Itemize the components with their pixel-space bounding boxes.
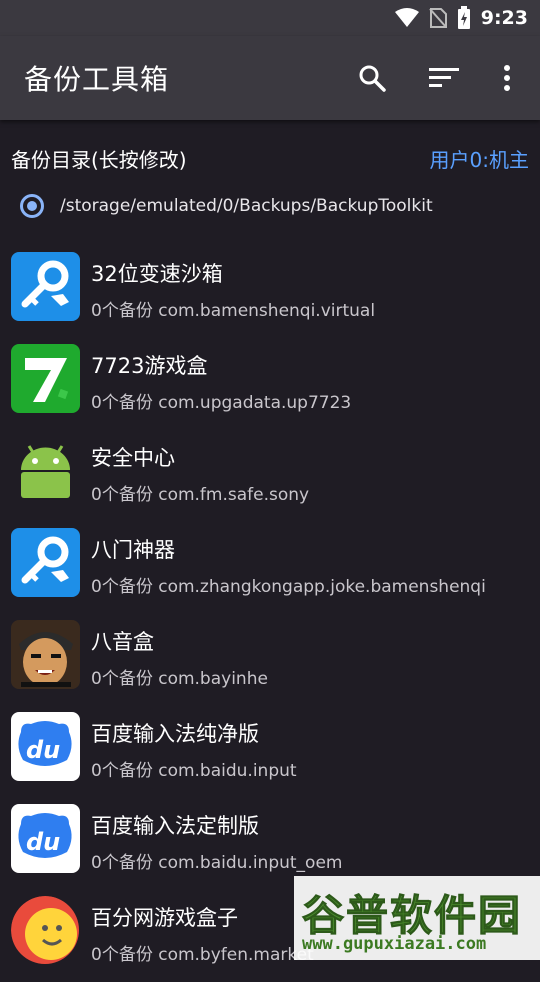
app-backup-info: 0个备份 com.byfen.market: [91, 945, 314, 965]
site-watermark: 谷普软件园 www.gupuxiazai.com: [294, 876, 540, 960]
app-name: 八音盒: [91, 630, 154, 654]
baidu-du-icon: du: [11, 712, 80, 781]
list-item[interactable]: du 百度输入法纯净版 0个备份 com.baidu.input: [0, 706, 540, 798]
sort-icon: [429, 68, 459, 87]
list-item[interactable]: 7723游戏盒 0个备份 com.upgadata.up7723: [0, 338, 540, 430]
watermark-url: www.gupuxiazai.com: [302, 934, 487, 954]
smiley-ball-icon: [11, 896, 80, 965]
cartoon-face-icon: [11, 620, 80, 689]
search-button[interactable]: [354, 60, 390, 96]
overflow-menu-button[interactable]: [489, 60, 525, 96]
app-toolbar: 备份工具箱: [0, 36, 540, 120]
blue-key-wrench-icon: [11, 528, 80, 597]
status-bar: 9:23: [0, 0, 540, 36]
app-name: 32位变速沙箱: [91, 262, 223, 286]
clock: 9:23: [480, 7, 528, 29]
blue-key-wrench-icon: [11, 252, 80, 321]
app-name: 八门神器: [91, 538, 175, 562]
app-backup-info: 0个备份 com.bayinhe: [91, 669, 268, 689]
more-vert-icon: [504, 65, 510, 91]
no-sim-icon: [428, 8, 447, 28]
svg-text:du: du: [26, 736, 60, 764]
backup-dir-label: 备份目录(长按修改): [11, 148, 187, 172]
app-backup-info: 0个备份 com.upgadata.up7723: [91, 393, 352, 413]
search-icon: [359, 65, 386, 92]
app-backup-info: 0个备份 com.baidu.input_oem: [91, 853, 343, 873]
app-name: 安全中心: [91, 446, 175, 470]
user-selector[interactable]: 用户0:机主: [430, 144, 529, 173]
svg-text:du: du: [26, 828, 60, 856]
app-name: 百分网游戏盒子: [91, 906, 238, 930]
list-item[interactable]: 八音盒 0个备份 com.bayinhe: [0, 614, 540, 706]
app-name: 百度输入法纯净版: [91, 722, 259, 746]
radio-selected-icon[interactable]: [20, 194, 44, 218]
app-backup-info: 0个备份 com.baidu.input: [91, 761, 297, 781]
android-robot-icon: [11, 436, 80, 505]
app-name: 百度输入法定制版: [91, 814, 259, 838]
app-backup-info: 0个备份 com.zhangkongapp.joke.bamenshenqi: [91, 577, 486, 597]
backup-dir-header: 备份目录(长按修改) 用户0:机主: [0, 138, 540, 178]
green-7-icon: [11, 344, 80, 413]
list-item[interactable]: 安全中心 0个备份 com.fm.safe.sony: [0, 430, 540, 522]
wifi-icon: [394, 8, 419, 27]
list-item[interactable]: 32位变速沙箱 0个备份 com.bamenshenqi.virtual: [0, 246, 540, 338]
app-backup-info: 0个备份 com.fm.safe.sony: [91, 485, 310, 505]
backup-path-option[interactable]: /storage/emulated/0/Backups/BackupToolki…: [0, 186, 540, 230]
battery-charging-icon: [457, 6, 470, 29]
app-list: 32位变速沙箱 0个备份 com.bamenshenqi.virtual 772…: [0, 246, 540, 982]
app-name: 7723游戏盒: [91, 354, 208, 378]
page-title: 备份工具箱: [24, 63, 170, 96]
app-backup-info: 0个备份 com.bamenshenqi.virtual: [91, 301, 376, 321]
list-item[interactable]: 八门神器 0个备份 com.zhangkongapp.joke.bamenshe…: [0, 522, 540, 614]
backup-path: /storage/emulated/0/Backups/BackupToolki…: [60, 196, 433, 216]
baidu-du-icon: du: [11, 804, 80, 873]
sort-button[interactable]: [426, 60, 462, 96]
